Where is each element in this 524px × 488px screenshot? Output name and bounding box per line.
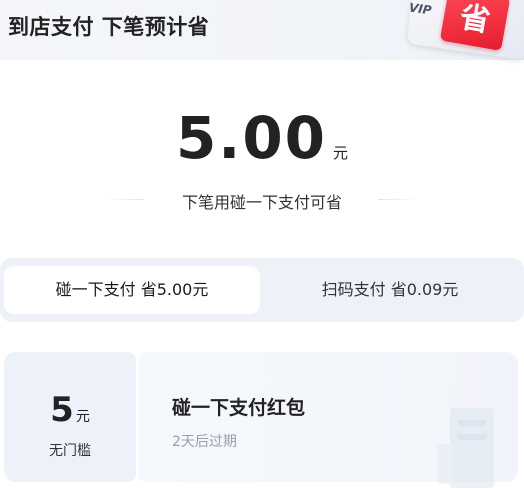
coupon-unit: 元: [75, 409, 90, 425]
savings-amount-value: 5.00: [175, 104, 328, 172]
coupon-amount: 5元: [4, 390, 136, 430]
savings-description: 下笔用碰一下支付可省: [181, 193, 342, 212]
coupon-threshold: 无门槛: [49, 443, 91, 459]
coupon-value: 5: [50, 390, 74, 430]
payment-method-tabs: 碰一下支付 省5.00元 扫码支付 省0.09元: [0, 258, 524, 322]
coupon-value-panel: 5元 无门槛: [4, 352, 136, 482]
coupon-card[interactable]: 5元 无门槛 碰一下支付红包 2天后过期: [4, 352, 518, 488]
coupon-title: 碰一下支付红包: [172, 397, 306, 419]
page-title: 到店支付 下笔预计省: [8, 15, 210, 39]
coupon-info-panel: 碰一下支付红包 2天后过期: [138, 352, 518, 488]
vip-badge-text: VIP: [408, 0, 433, 18]
divider-right: [378, 199, 418, 200]
coupon-watermark-icon: [438, 408, 494, 488]
savings-description-row: 下笔用碰一下支付可省: [0, 189, 524, 212]
coupon-expiry: 2天后过期: [172, 434, 237, 450]
savings-amount-unit: 元: [333, 144, 349, 162]
tab-scan-to-pay[interactable]: 扫码支付 省0.09元: [262, 266, 518, 314]
tab-tap-to-pay[interactable]: 碰一下支付 省5.00元: [4, 266, 260, 314]
savings-amount: 5.00 元: [0, 104, 524, 172]
